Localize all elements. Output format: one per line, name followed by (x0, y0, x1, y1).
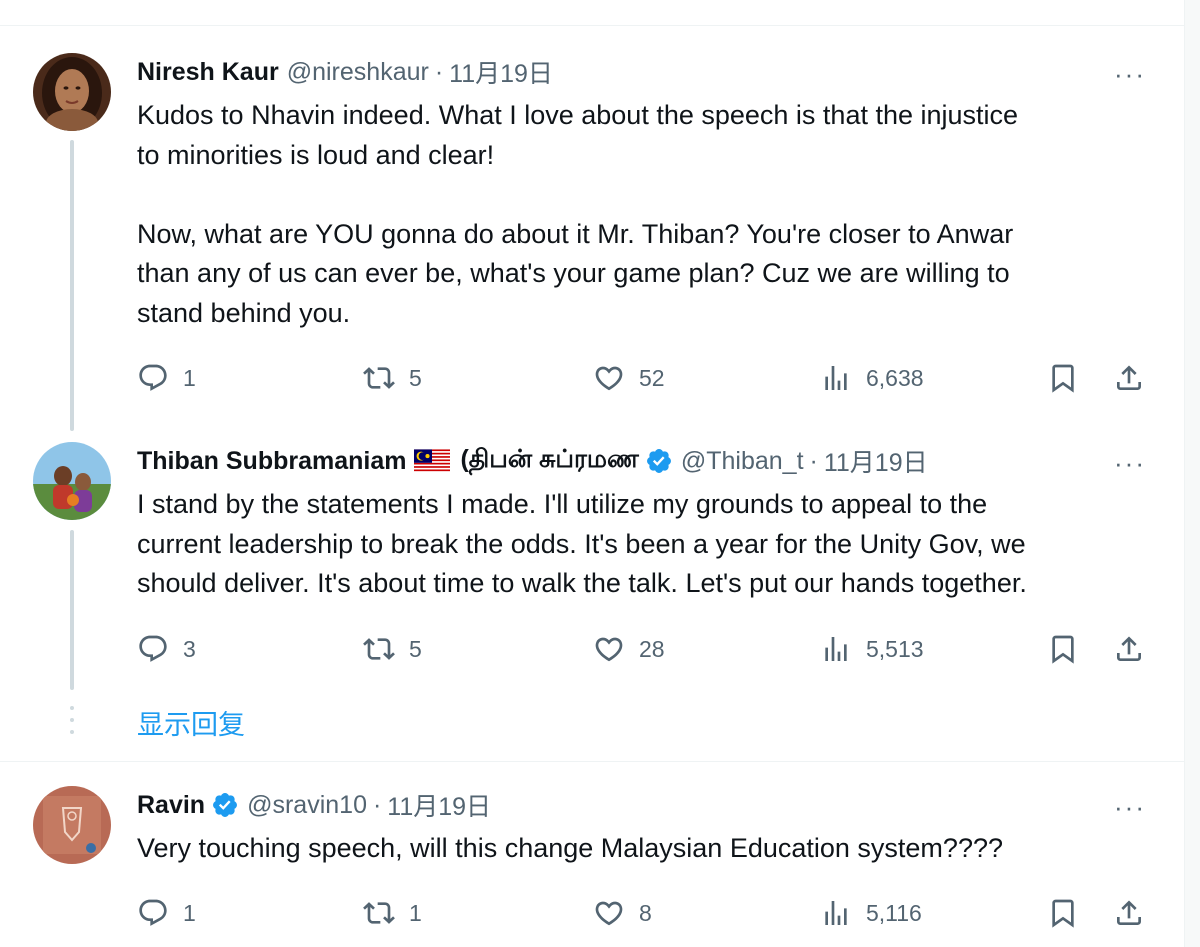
thread-line (70, 530, 74, 690)
view-count: 5,513 (866, 635, 924, 662)
like-icon (593, 633, 625, 665)
like-count: 52 (639, 364, 665, 391)
tweet-actions: 3 5 28 5,513 (137, 629, 1152, 669)
views-button[interactable]: 5,513 (820, 629, 924, 669)
avatar-ravin[interactable] (33, 786, 111, 864)
avatar-niresh[interactable] (33, 53, 111, 131)
tweet-divider (0, 761, 1184, 762)
thread-line (70, 140, 74, 431)
like-button[interactable]: 52 (593, 358, 665, 398)
share-icon (1113, 362, 1145, 394)
retweet-button[interactable]: 5 (363, 629, 422, 669)
views-button[interactable]: 5,116 (820, 893, 922, 933)
views-icon (820, 633, 852, 665)
like-count: 28 (639, 635, 665, 662)
retweet-button[interactable]: 5 (363, 358, 422, 398)
reply-icon (137, 633, 169, 665)
author-name-suffix[interactable]: (திபன் சுப்ரமண (460, 445, 638, 477)
more-icon[interactable]: ··· (1112, 56, 1148, 92)
avatar-thiban[interactable] (33, 442, 111, 520)
reply-icon (137, 897, 169, 929)
avatar-image (33, 786, 111, 864)
tweet-text: Kudos to Nhavin indeed. What I love abou… (137, 100, 1019, 328)
retweet-button[interactable]: 1 (363, 893, 422, 933)
author-name[interactable]: Niresh Kaur (137, 58, 279, 87)
more-icon[interactable]: ··· (1112, 789, 1148, 825)
share-button[interactable] (1113, 629, 1159, 669)
tweet-date[interactable]: 11月19日 (824, 443, 928, 479)
avatar-image (33, 442, 111, 520)
author-handle[interactable]: @Thiban_t (681, 447, 804, 476)
bookmark-button[interactable] (1047, 358, 1093, 398)
retweet-count: 5 (409, 635, 422, 662)
malaysia-flag-icon (414, 449, 451, 473)
author-handle[interactable]: @sravin10 (247, 791, 367, 820)
views-icon (820, 362, 852, 394)
separator: · (809, 446, 818, 475)
tweet-actions: 1 5 52 6,638 (137, 358, 1152, 398)
tweet-header: Niresh Kaur @nireshkaur · 11月19日 (137, 54, 553, 90)
verified-icon (645, 447, 673, 475)
retweet-icon (363, 633, 395, 665)
like-button[interactable]: 8 (593, 893, 652, 933)
view-count: 5,116 (866, 899, 922, 926)
reply-count: 1 (183, 899, 196, 926)
like-icon (593, 897, 625, 929)
tweet-header: Thiban Subbramaniam (திபன் சுப்ரமண @Thib… (137, 445, 928, 477)
scrollbar[interactable] (1184, 0, 1200, 947)
bookmark-icon (1047, 897, 1079, 929)
share-button[interactable] (1113, 358, 1159, 398)
reply-count: 1 (183, 364, 196, 391)
avatar-image (33, 53, 111, 131)
separator: · (372, 790, 382, 819)
separator: · (434, 57, 444, 86)
bookmark-icon (1047, 362, 1079, 394)
author-handle[interactable]: @nireshkaur (287, 58, 429, 87)
tweet-date[interactable]: 11月19日 (449, 54, 553, 90)
share-icon (1113, 633, 1145, 665)
like-count: 8 (639, 899, 652, 926)
retweet-count: 5 (409, 364, 422, 391)
show-replies-link[interactable]: 显示回复 (137, 703, 245, 742)
retweet-count: 1 (409, 899, 422, 926)
author-name[interactable]: Thiban Subbramaniam (137, 447, 406, 476)
tweet-date[interactable]: 11月19日 (387, 787, 491, 823)
reply-button[interactable]: 1 (137, 358, 196, 398)
tweet-actions: 1 1 8 5,116 (137, 893, 1152, 933)
views-button[interactable]: 6,638 (820, 358, 924, 398)
bookmark-icon (1047, 633, 1079, 665)
reply-icon (137, 362, 169, 394)
bookmark-button[interactable] (1047, 629, 1093, 669)
view-count: 6,638 (866, 364, 924, 391)
tweet-text: I stand by the statements I made. I'll u… (137, 489, 1027, 598)
like-button[interactable]: 28 (593, 629, 665, 669)
share-icon (1113, 897, 1145, 929)
views-icon (820, 897, 852, 929)
top-divider (0, 25, 1200, 26)
more-icon[interactable]: ··· (1112, 445, 1148, 481)
like-icon (593, 362, 625, 394)
retweet-icon (363, 897, 395, 929)
bookmark-button[interactable] (1047, 893, 1093, 933)
verified-icon (211, 791, 239, 819)
share-button[interactable] (1113, 893, 1159, 933)
reply-button[interactable]: 3 (137, 629, 196, 669)
reply-button[interactable]: 1 (137, 893, 196, 933)
retweet-icon (363, 362, 395, 394)
tweet-text: Very touching speech, will this change M… (137, 833, 1003, 863)
reply-count: 3 (183, 635, 196, 662)
thread-continuation-dots (70, 706, 74, 744)
tweet-header: Ravin @sravin10 · 11月19日 (137, 787, 491, 823)
author-name[interactable]: Ravin (137, 791, 205, 820)
